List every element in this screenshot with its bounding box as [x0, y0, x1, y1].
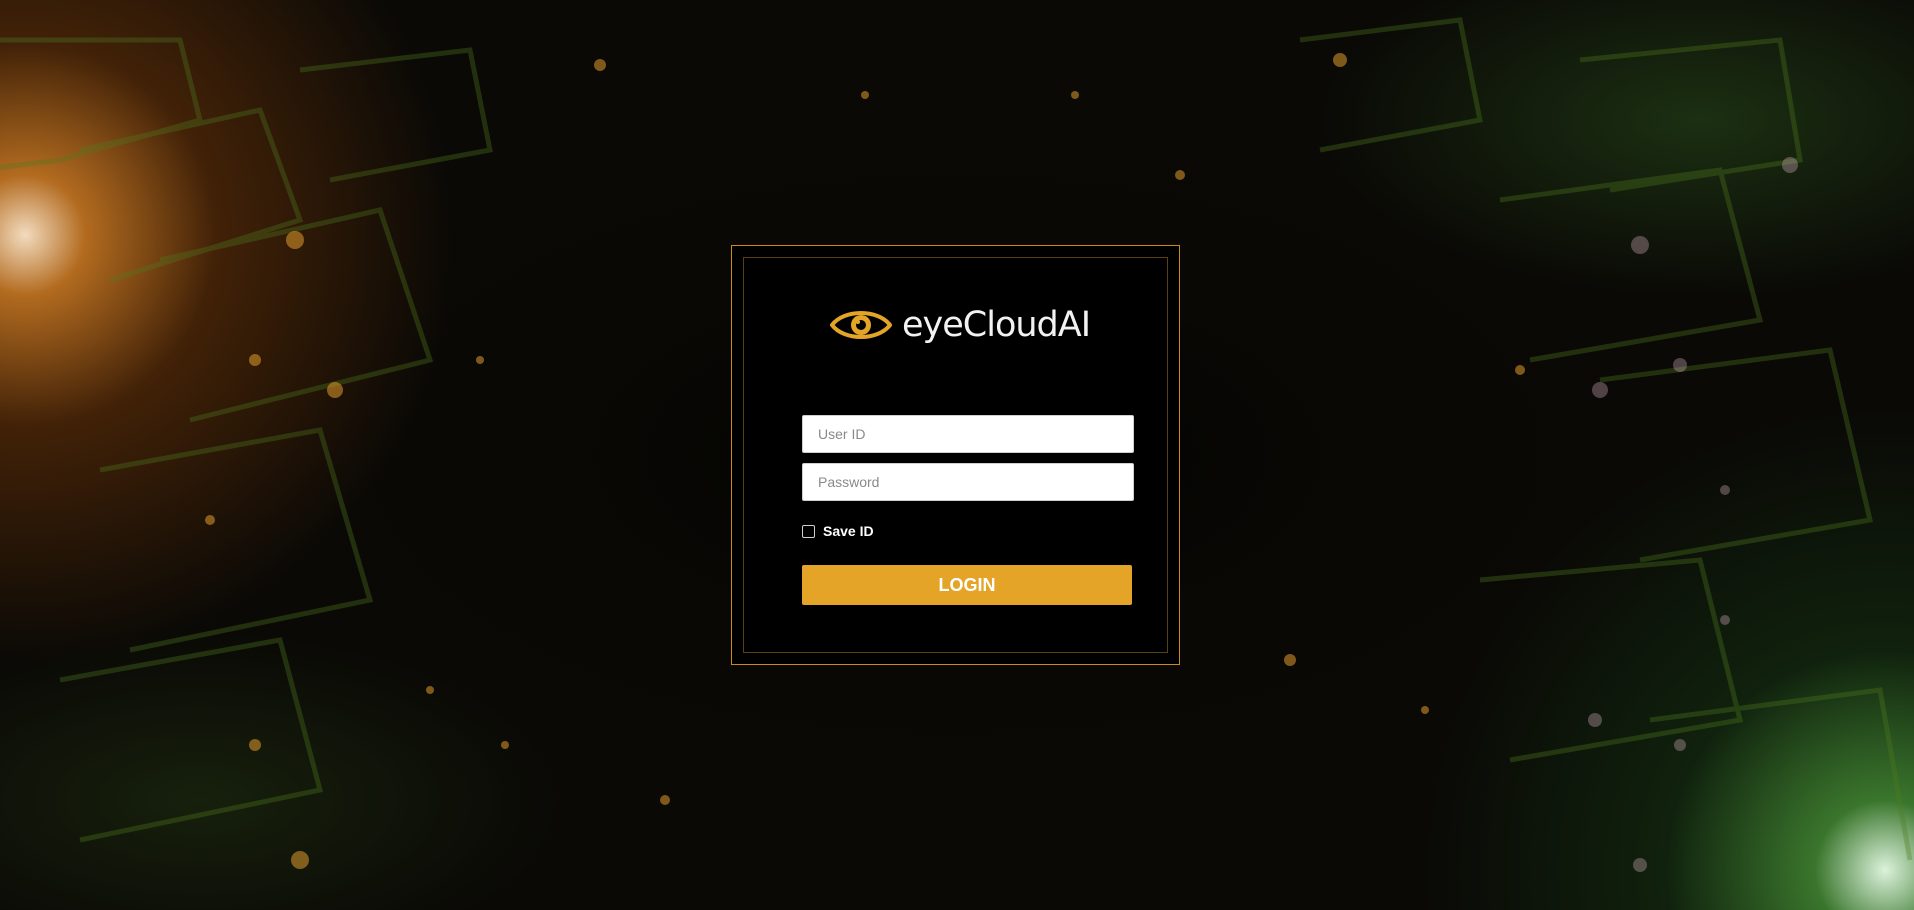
save-id-option[interactable]: Save ID: [802, 523, 874, 539]
brand-logo: eyeCloudAI: [830, 302, 1091, 348]
brand-name: eyeCloudAI: [902, 305, 1091, 345]
password-input[interactable]: [802, 463, 1134, 501]
save-id-label: Save ID: [823, 523, 874, 539]
save-id-checkbox[interactable]: [802, 524, 815, 538]
eye-icon: [830, 311, 892, 339]
login-panel: eyeCloudAI Save ID LOGIN: [731, 245, 1180, 665]
user-id-input[interactable]: [802, 415, 1134, 453]
login-button[interactable]: LOGIN: [802, 565, 1132, 605]
login-panel-inner-border: eyeCloudAI Save ID LOGIN: [743, 257, 1168, 653]
